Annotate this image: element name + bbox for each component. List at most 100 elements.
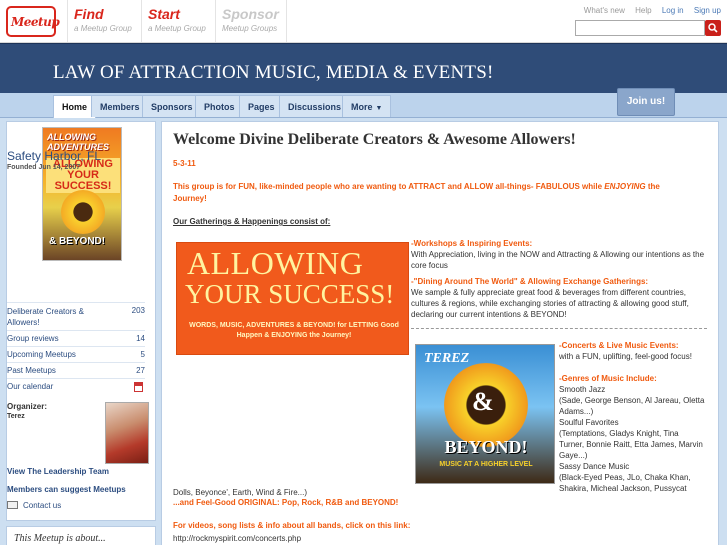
gatherings-heading: Our Gatherings & Happenings consist of: — [173, 217, 331, 226]
terez-beyond-image[interactable]: TEREZ & BEYOND! MUSIC AT A HIGHER LEVEL — [415, 344, 555, 484]
nav-sponsor[interactable]: Sponsor Meetup Groups — [215, 0, 287, 42]
welcome-heading: Welcome Divine Deliberate Creators & Awe… — [173, 131, 576, 148]
tab-home[interactable]: Home — [53, 95, 97, 118]
concerts-text: with a FUN, uplifting, feel-good focus! — [559, 352, 692, 361]
leadership-link[interactable]: View The Leadership Team — [7, 467, 109, 476]
join-button[interactable]: Join us! — [617, 88, 675, 116]
group-photo-bottom-text: & BEYOND! — [49, 236, 106, 247]
tab-photos[interactable]: Photos — [195, 95, 244, 117]
beyond-image-line1: BEYOND! — [444, 437, 528, 457]
nav-sponsor-title: Sponsor — [222, 6, 279, 22]
tab-discussions[interactable]: Discussions — [279, 95, 351, 117]
suggest-meetups-text[interactable]: Members can suggest Meetups — [7, 485, 126, 494]
beyond-image-name: TEREZ — [424, 351, 470, 366]
allowing-image-line1: ALLOWING — [187, 245, 364, 281]
concerts-block: -Concerts & Live Music Events: with a FU… — [559, 340, 709, 362]
allowing-image-line2: YOUR SUCCESS! — [185, 279, 395, 309]
genre-line: (Sade, George Benson, Al Jareau, Oletta — [559, 396, 705, 405]
genre-line: Smooth Jazz — [559, 385, 606, 394]
group-banner: LAW OF ATTRACTION MUSIC, MEDIA & EVENTS! — [0, 43, 727, 93]
stat-members[interactable]: Deliberate Creators & Allowers! 203 — [7, 302, 145, 330]
search-input[interactable] — [575, 20, 705, 36]
dining-text: We sample & fully appreciate great food … — [411, 288, 689, 319]
about-title: This Meetup is about... — [14, 533, 106, 544]
sunflower-image — [61, 190, 105, 234]
meetup-logo[interactable]: Meetup — [6, 6, 60, 37]
nav-find[interactable]: Find a Meetup Group — [67, 0, 141, 42]
tab-more-label: More — [351, 102, 373, 112]
nav-start-title: Start — [148, 6, 180, 22]
feel-good-line: ...and Feel-Good ORIGINAL: Pop, Rock, R&… — [173, 498, 399, 507]
intro-enjoying: ENJOYING — [604, 182, 646, 191]
tab-more[interactable]: More ▼ — [342, 95, 392, 117]
stat-upcoming-label: Upcoming Meetups — [7, 350, 76, 359]
signup-link[interactable]: Sign up — [694, 6, 721, 15]
tab-pages[interactable]: Pages — [239, 95, 284, 117]
about-box: This Meetup is about... — [6, 526, 156, 545]
genre-line: Gaye...) — [559, 451, 588, 460]
whats-new-link[interactable]: What's new — [584, 6, 625, 15]
tab-members[interactable]: Members — [91, 95, 149, 117]
stat-past[interactable]: Past Meetups 27 — [7, 362, 145, 378]
calendar-icon — [134, 382, 143, 392]
founded-date: Founded Jun 14, 2007 — [7, 164, 81, 171]
help-link[interactable]: Help — [635, 6, 651, 15]
section-divider — [411, 328, 707, 329]
genre-line: Soulful Favorites — [559, 418, 619, 427]
genre-line: (Temptations, Gladys Knight, Tina — [559, 429, 679, 438]
stat-past-label: Past Meetups — [7, 366, 56, 375]
group-title[interactable]: LAW OF ATTRACTION MUSIC, MEDIA & EVENTS! — [53, 62, 494, 84]
group-city[interactable]: Safety Harbor, FL — [7, 149, 101, 163]
genres-block: -Genres of Music Include: Smooth Jazz (S… — [559, 373, 709, 494]
dining-block: -"Dining Around The World" & Allowing Ex… — [411, 276, 707, 320]
stat-members-label: Deliberate Creators & Allowers! — [7, 307, 84, 327]
top-links: What's new Help Log in Sign up — [576, 6, 721, 15]
intro-part-2: the — [647, 182, 660, 191]
contact-us-label: Contact us — [23, 501, 62, 510]
concerts-title: -Concerts & Live Music Events: — [559, 341, 679, 350]
contact-us-link[interactable]: Contact us — [7, 501, 61, 510]
intro-part-1: This group is for FUN, like-minded peopl… — [173, 182, 603, 191]
tab-sponsors[interactable]: Sponsors — [142, 95, 202, 117]
envelope-icon — [7, 501, 18, 509]
stat-calendar[interactable]: Our calendar — [7, 378, 145, 398]
calendar-label: Our calendar — [7, 382, 54, 391]
nav-find-title: Find — [74, 6, 104, 22]
organizer-label: Organizer: — [7, 402, 48, 411]
stat-upcoming-count: 5 — [140, 350, 145, 359]
nav-start-subtitle: a Meetup Group — [148, 24, 206, 33]
chevron-down-icon: ▼ — [375, 105, 383, 112]
allowing-success-image[interactable]: ALLOWING YOUR SUCCESS! WORDS, MUSIC, ADV… — [176, 242, 409, 355]
organizer-name[interactable]: Terez — [7, 413, 25, 420]
stat-reviews-label: Group reviews — [7, 334, 59, 343]
stat-reviews[interactable]: Group reviews 14 — [7, 330, 145, 346]
allowing-image-line3: WORDS, MUSIC, ADVENTURES & BEYOND! for L… — [189, 322, 399, 339]
login-link[interactable]: Log in — [662, 6, 684, 15]
nav-find-subtitle: a Meetup Group — [74, 24, 132, 33]
genres-title: -Genres of Music Include: — [559, 374, 657, 383]
stat-past-count: 27 — [136, 366, 145, 375]
workshops-block: -Workshops & Inspiring Events: With Appr… — [411, 238, 711, 271]
dining-title: -"Dining Around The World" & Allowing Ex… — [411, 277, 649, 286]
nav-start[interactable]: Start a Meetup Group — [141, 0, 215, 42]
genre-line: Sassy Dance Music — [559, 462, 630, 471]
search-icon — [708, 23, 718, 33]
group-photo[interactable]: ALLOWING ADVENTURES ALLOWING YOUR SUCCES… — [42, 127, 122, 261]
intro-part-3: Journey! — [173, 194, 207, 203]
stat-members-count: 203 — [131, 306, 145, 315]
beyond-image-line2: MUSIC AT A HIGHER LEVEL — [439, 461, 533, 468]
logo-text: Meetup — [11, 15, 60, 29]
genre-line: Adams...) — [559, 407, 594, 416]
nav-sponsor-subtitle: Meetup Groups — [222, 24, 278, 33]
stat-upcoming[interactable]: Upcoming Meetups 5 — [7, 346, 145, 362]
videos-url[interactable]: http://rockmyspirit.com/concerts.php — [173, 533, 301, 544]
post-date: 5-3-11 — [173, 159, 196, 168]
organizer-photo[interactable] — [105, 402, 149, 464]
top-bar: Meetup Find a Meetup Group Start a Meetu… — [0, 0, 727, 43]
workshops-text: With Appreciation, living in the NOW and… — [411, 250, 705, 270]
genre-line: Turner, Bonnie Raitt, Etta James, Marvin — [559, 440, 703, 449]
videos-line: For videos, song lists & info about all … — [173, 521, 411, 530]
search-button[interactable] — [705, 20, 721, 36]
beyond-image-amp: & — [472, 387, 494, 416]
intro-text: This group is for FUN, like-minded peopl… — [173, 181, 713, 205]
